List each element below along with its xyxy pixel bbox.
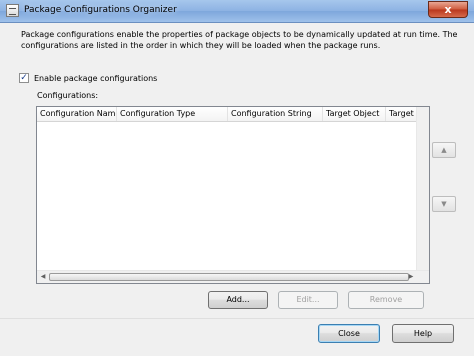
add-button[interactable]: Add... [208,291,268,309]
list-header: Configuration Name Configuration Type Co… [37,107,429,122]
vertical-scrollbar[interactable] [416,107,429,271]
move-up-button[interactable]: ▲ [432,142,456,158]
column-header-configuration-name[interactable]: Configuration Name [37,107,117,121]
horizontal-scrollbar[interactable]: ◀ ▶ [37,270,429,283]
column-header-target-object[interactable]: Target Object [323,107,386,121]
edit-button[interactable]: Edit... [278,291,338,309]
horizontal-scroll-thumb[interactable] [49,273,409,281]
remove-button[interactable]: Remove [348,291,424,309]
enable-configurations-checkbox[interactable]: ✓ [19,73,29,83]
column-header-configuration-type[interactable]: Configuration Type [117,107,228,121]
description-text: Package configurations enable the proper… [21,30,458,50]
help-button[interactable]: Help [392,324,454,343]
footer-divider [0,318,474,319]
window-icon [6,4,19,17]
move-down-button[interactable]: ▼ [432,196,456,212]
window-close-button[interactable]: x [428,1,468,18]
configurations-list[interactable]: Configuration Name Configuration Type Co… [36,106,430,284]
scroll-right-icon[interactable]: ▶ [406,272,416,282]
scrollbar-corner [417,271,429,283]
column-header-configuration-string[interactable]: Configuration String [228,107,323,121]
enable-configurations-label[interactable]: Enable package configurations [34,74,157,83]
enable-configurations-row[interactable]: ✓ Enable package configurations [19,72,157,84]
title-bar[interactable]: Package Configurations Organizer x [0,0,474,23]
close-button[interactable]: Close [318,324,380,343]
scroll-left-icon[interactable]: ◀ [38,272,48,282]
window-title: Package Configurations Organizer [24,5,177,15]
configurations-label: Configurations: [37,91,99,100]
